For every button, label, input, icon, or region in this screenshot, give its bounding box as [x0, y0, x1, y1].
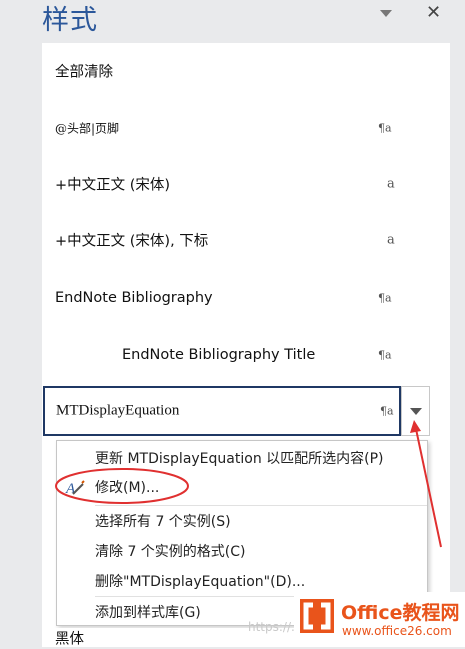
menu-item-delete-style[interactable]: 删除"MTDisplayEquation"(D)... [57, 568, 427, 594]
style-dropdown-button[interactable] [401, 386, 430, 436]
style-header-footer[interactable]: @头部|页脚 ¶a [42, 104, 450, 152]
style-name: +中文正文 (宋体), 下标 [55, 233, 209, 250]
style-chinese-body[interactable]: +中文正文 (宋体) a [42, 160, 450, 208]
office-logo-icon [300, 599, 334, 633]
menu-item-label: 更新 MTDisplayEquation 以匹配所选内容(P) [95, 451, 384, 467]
paragraph-style-icon: ¶a [378, 348, 392, 362]
menu-item-label: 添加到样式库(G) [95, 605, 201, 621]
style-name: 全部清除 [55, 64, 113, 81]
menu-item-label: 修改(M)... [95, 480, 160, 496]
style-name: EndNote Bibliography Title [122, 347, 316, 363]
style-endnote-bibliography[interactable]: EndNote Bibliography ¶a [42, 274, 450, 322]
style-name: EndNote Bibliography [55, 290, 213, 306]
office-logo-graphic [303, 601, 331, 631]
style-name: +中文正文 (宋体) [55, 177, 171, 194]
menu-item-update-to-match[interactable]: 更新 MTDisplayEquation 以匹配所选内容(P) [57, 445, 427, 471]
style-chinese-body-subscript[interactable]: +中文正文 (宋体), 下标 a [42, 216, 450, 264]
paragraph-style-icon: ¶a [378, 121, 392, 135]
character-style-icon: a [387, 176, 395, 192]
style-name: @头部|页脚 [55, 121, 120, 136]
menu-item-clear-formatting[interactable]: 清除 7 个实例的格式(C) [57, 538, 427, 564]
style-name: 黑体 [55, 631, 84, 648]
style-name: MTDisplayEquation [56, 402, 180, 419]
site-logo: Office教程网 www.office26.com [294, 592, 465, 647]
menu-item-modify[interactable]: A 修改(M)... [57, 474, 427, 500]
close-icon[interactable]: ✕ [426, 2, 441, 23]
menu-item-label: 清除 7 个实例的格式(C) [95, 544, 246, 560]
styles-pane-header: 样式 ✕ [0, 0, 465, 40]
svg-text:A: A [65, 481, 76, 497]
modify-style-icon: A [65, 480, 85, 497]
triangle-down-icon [410, 408, 422, 415]
paragraph-style-icon: ¶a [380, 404, 394, 418]
pane-title: 样式 [42, 5, 98, 36]
paragraph-style-icon: ¶a [378, 291, 392, 305]
logo-url: www.office26.com [342, 624, 452, 638]
style-mtdisplayequation[interactable]: MTDisplayEquation ¶a [43, 386, 401, 436]
style-endnote-bibliography-title[interactable]: EndNote Bibliography Title ¶a [42, 331, 450, 379]
style-clear-all[interactable]: 全部清除 [42, 47, 450, 95]
logo-title: Office教程网 [341, 602, 460, 624]
menu-item-select-all-instances[interactable]: 选择所有 7 个实例(S) [57, 508, 427, 534]
character-style-icon: a [387, 232, 395, 248]
chevron-down-icon[interactable] [378, 6, 394, 20]
menu-separator [95, 505, 427, 506]
menu-item-label: 删除"MTDisplayEquation"(D)... [95, 574, 306, 590]
menu-item-label: 选择所有 7 个实例(S) [95, 514, 231, 530]
